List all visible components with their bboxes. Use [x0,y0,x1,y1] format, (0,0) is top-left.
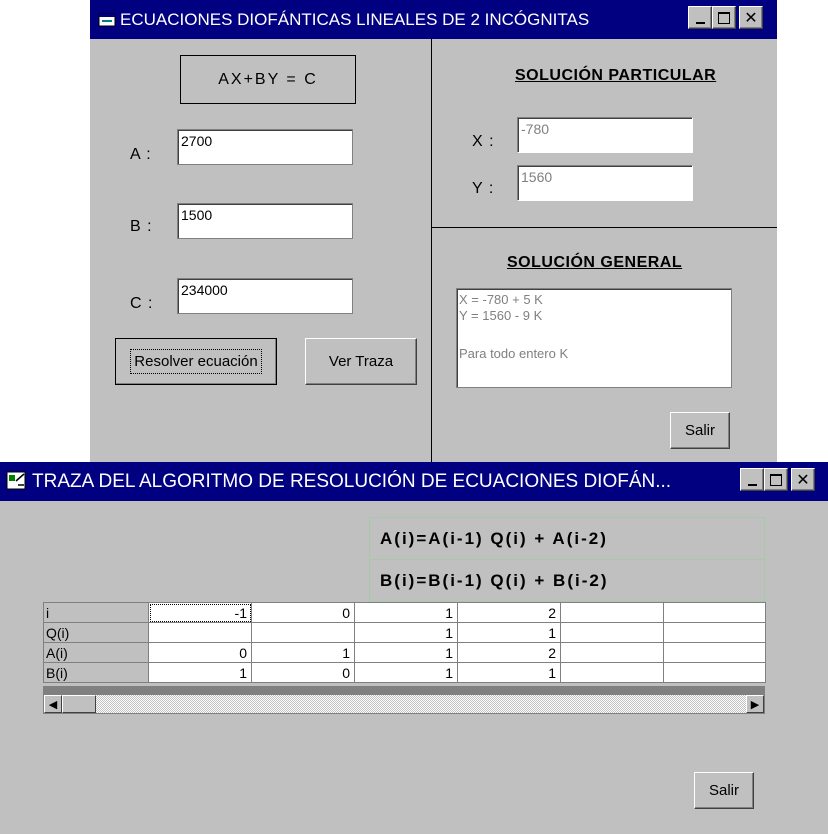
trace-titlebar[interactable]: TRAZA DEL ALGORITMO DE RESOLUCIÓN DE ECU… [0,462,828,501]
table-row[interactable]: i -1 0 1 2 [43,602,766,623]
general-line-3 [459,324,729,340]
horizontal-scrollbar[interactable]: ◀ ▶ [43,694,765,714]
table-cell[interactable]: -1 [148,602,252,623]
minimize-icon[interactable] [688,6,712,29]
grid-footer-band [43,686,765,694]
table-cell[interactable]: 1 [354,642,458,663]
row-header: B(i) [43,662,149,683]
a-label: A : [130,146,152,163]
table-cell[interactable]: 0 [148,642,252,663]
trace-window-title: TRAZA DEL ALGORITMO DE RESOLUCIÓN DE ECU… [32,470,672,492]
b-input[interactable]: 1500 [177,203,353,239]
vertical-divider [431,39,432,462]
general-solution-memo[interactable]: X = -780 + 5 K Y = 1560 - 9 K Para todo … [456,288,732,388]
view-trace-button[interactable]: Ver Traza [305,338,417,385]
y-solution-field[interactable]: 1560 [517,165,693,201]
equations-titlebar[interactable]: ECUACIONES DIOFÁNTICAS LINEALES DE 2 INC… [90,0,777,39]
table-cell[interactable] [251,622,355,643]
table-cell[interactable] [663,662,766,683]
table-cell[interactable] [663,602,766,623]
table-cell[interactable] [663,622,766,643]
trace-minimize-icon[interactable] [740,468,764,491]
b-label: B : [130,218,153,235]
scroll-right-icon[interactable]: ▶ [746,695,764,713]
c-input[interactable]: 234000 [177,278,353,314]
table-cell[interactable]: 2 [457,602,561,623]
close-icon[interactable]: ✕ [739,6,763,29]
general-line-2: Y = 1560 - 9 K [459,308,543,323]
table-row[interactable]: B(i) 1 0 1 1 [43,662,766,683]
equation-box: AX+BY = C [180,55,356,104]
a-input[interactable]: 2700 [177,129,353,165]
equations-window-title: ECUACIONES DIOFÁNTICAS LINEALES DE 2 INC… [120,9,590,29]
table-cell[interactable]: 1 [457,622,561,643]
table-cell[interactable]: 1 [354,662,458,683]
formula-a: A(i)=A(i-1) Q(i) + A(i-2) [369,517,765,560]
row-header: A(i) [43,642,149,663]
table-row[interactable]: A(i) 0 1 1 2 [43,642,766,663]
table-row[interactable]: Q(i) 1 1 [43,622,766,643]
app-icon [98,13,116,27]
trace-table[interactable]: i -1 0 1 2 Q(i) 1 1 A(i) 0 1 1 2 B(i) 1 0 1 1 [43,602,766,683]
table-cell[interactable] [560,622,664,643]
table-cell[interactable] [663,642,766,663]
formula-b: B(i)=B(i-1) Q(i) + B(i-2) [369,559,765,602]
table-cell[interactable]: 1 [251,642,355,663]
trace-window: TRAZA DEL ALGORITMO DE RESOLUCIÓN DE ECU… [0,462,828,834]
table-cell[interactable] [560,642,664,663]
solve-equation-label: Resolver ecuación [130,349,262,374]
exit-label: Salir [684,422,715,439]
formula-b-text: B(i)=B(i-1) Q(i) + B(i-2) [380,570,609,590]
scroll-thumb[interactable] [62,695,96,713]
table-cell[interactable]: 2 [457,642,561,663]
scroll-track[interactable] [96,695,746,713]
trace-exit-label: Salir [708,782,739,799]
table-cell[interactable]: 0 [251,662,355,683]
trace-app-icon [6,471,26,490]
c-label: C : [130,295,154,312]
maximize-icon[interactable] [712,6,736,29]
x-solution-field[interactable]: -780 [517,117,693,153]
row-header: Q(i) [43,622,149,643]
table-cell[interactable] [560,662,664,683]
solve-equation-button[interactable]: Resolver ecuación [115,338,277,385]
y-label: Y : [472,180,495,197]
exit-button[interactable]: Salir [670,412,730,449]
table-cell[interactable] [560,602,664,623]
general-line-4: Para todo entero K [459,346,569,361]
trace-close-icon[interactable]: ✕ [791,468,815,491]
trace-maximize-icon[interactable] [764,468,788,491]
table-cell[interactable]: 1 [457,662,561,683]
equations-window: ECUACIONES DIOFÁNTICAS LINEALES DE 2 INC… [90,0,777,462]
particular-solution-heading: SOLUCIÓN PARTICULAR [515,67,717,84]
horizontal-divider [431,227,777,228]
equation-label: AX+BY = C [218,70,318,88]
row-header: i [43,602,149,623]
general-solution-heading: SOLUCIÓN GENERAL [507,254,683,271]
formula-a-text: A(i)=A(i-1) Q(i) + A(i-2) [380,528,608,548]
scroll-left-icon[interactable]: ◀ [44,695,62,713]
table-cell[interactable]: 1 [354,602,458,623]
table-cell[interactable]: 1 [354,622,458,643]
x-label: X : [472,133,495,150]
table-cell[interactable] [148,622,252,643]
view-trace-label: Ver Traza [328,353,394,370]
general-line-1: X = -780 + 5 K [459,292,543,307]
table-cell[interactable]: 1 [148,662,252,683]
trace-exit-button[interactable]: Salir [694,772,754,809]
table-cell[interactable]: 0 [251,602,355,623]
